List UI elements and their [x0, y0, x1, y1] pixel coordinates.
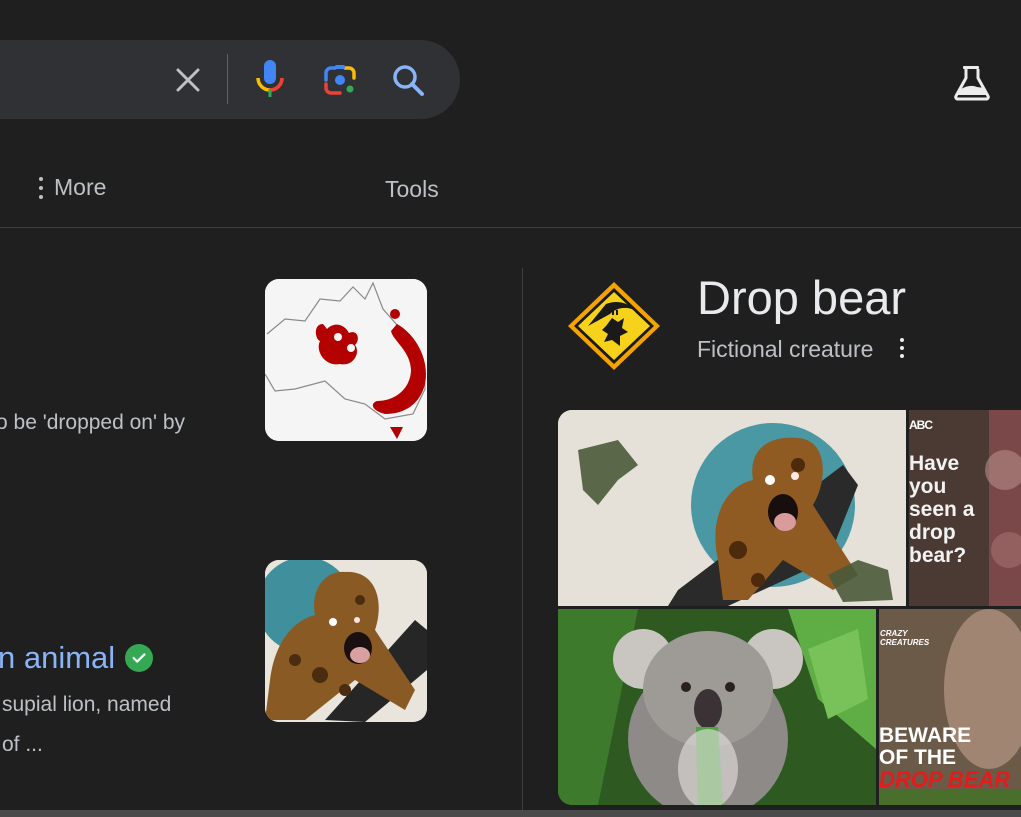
drop-bear-warning-sign-icon	[566, 280, 662, 372]
search-divider	[227, 54, 228, 104]
drop-bear-illustration	[265, 560, 427, 722]
more-options-icon[interactable]	[897, 336, 907, 360]
camera-lens-icon[interactable]	[320, 60, 360, 100]
more-vert-icon	[38, 176, 44, 199]
koala-eating-leaf	[558, 609, 876, 805]
microphone-icon[interactable]	[252, 58, 288, 102]
flask-icon[interactable]	[950, 60, 994, 104]
australia-map-image	[265, 279, 427, 441]
nav-more-menu[interactable]: More	[38, 174, 106, 201]
gallery-image-drop-bear-illustration[interactable]	[558, 410, 906, 606]
gallery-overlay-text: Have you seen a drop bear?	[909, 452, 975, 567]
column-divider	[522, 268, 523, 817]
result-title-link[interactable]: n animal	[0, 640, 154, 676]
knowledge-panel-subtitle: Fictional creature	[697, 336, 874, 362]
result-thumbnail-map[interactable]	[265, 279, 427, 441]
gallery-headline: BEWARE OF THE	[879, 724, 972, 769]
gallery-image-have-you-seen[interactable]: ABC Have you seen a drop bear?	[909, 410, 1021, 606]
nav-more-label: More	[54, 174, 107, 200]
nav-tools-button[interactable]: Tools	[385, 176, 439, 203]
drop-bear-illustration	[558, 410, 906, 606]
gallery-image-koala[interactable]	[558, 609, 876, 805]
knowledge-panel-title: Drop bear	[697, 271, 906, 324]
horizontal-scrollbar[interactable]	[0, 810, 1021, 817]
result-snippet: o be 'dropped on' by	[0, 411, 185, 434]
result-thumbnail-bear[interactable]	[265, 560, 427, 722]
result-snippet-line: supial lion, named	[2, 693, 172, 716]
search-bar[interactable]	[0, 40, 460, 119]
close-icon[interactable]	[170, 62, 206, 98]
gallery-tag-text: CRAZY CREATURES	[880, 629, 930, 647]
result-snippet-line: of ...	[2, 733, 43, 756]
verified-check-icon	[125, 644, 154, 672]
gallery-headline-red: DROP BEAR	[879, 767, 1011, 792]
nav-divider	[0, 227, 1021, 228]
abc-logo: ABC	[909, 418, 933, 432]
result-title: n animal	[0, 640, 116, 675]
gallery-image-beware-drop-bear[interactable]: CRAZY CREATURES BEWARE OF THE DROP BEAR	[879, 609, 1021, 805]
search-icon[interactable]	[388, 60, 428, 100]
